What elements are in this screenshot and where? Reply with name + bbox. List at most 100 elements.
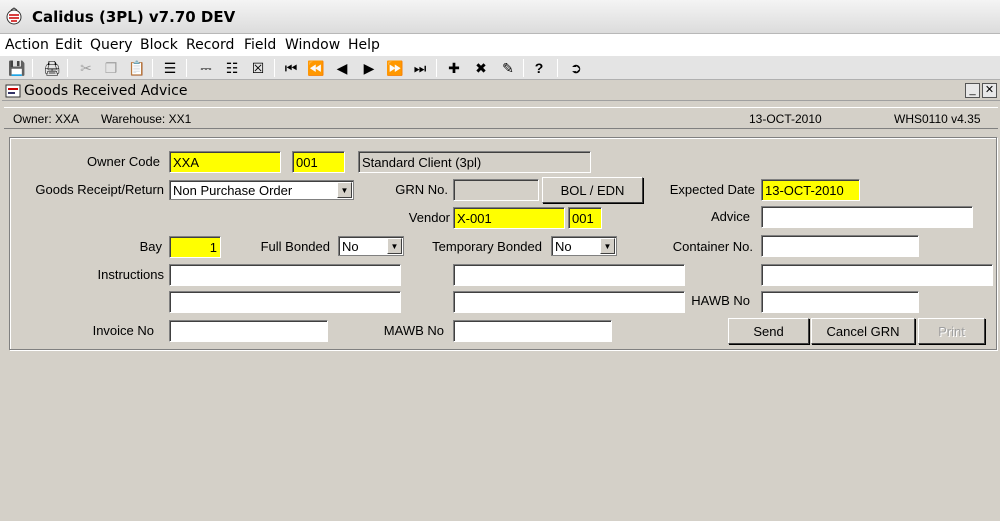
print-button[interactable]: Print [918, 318, 985, 344]
send-button-label: Send [753, 323, 784, 339]
instructions-line-4[interactable] [169, 291, 401, 313]
owner-code-field[interactable]: XXA [169, 151, 281, 173]
hawb-no-label: HAWB No [691, 293, 750, 308]
temporary-bonded-value: No [555, 239, 572, 254]
insert-record-icon[interactable]: ✚ [444, 58, 464, 78]
send-button[interactable]: Send [728, 318, 809, 344]
chevron-down-icon[interactable]: ▼ [337, 182, 352, 198]
enter-query-icon[interactable]: ⎓ [196, 58, 216, 78]
instructions-line-5[interactable] [453, 291, 685, 313]
save-icon[interactable]: 💾 [7, 58, 27, 78]
menu-record[interactable]: Record [186, 37, 234, 53]
app-title: Calidus (3PL) v7.70 DEV [32, 8, 236, 26]
invoice-no-label: Invoice No [92, 323, 154, 338]
app-logo-icon [6, 7, 22, 25]
menu-query[interactable]: Query [90, 37, 133, 53]
advice-label: Advice [710, 209, 750, 224]
menu-action[interactable]: Action [5, 37, 49, 53]
instructions-label: Instructions [97, 267, 164, 282]
menu-window[interactable]: Window [285, 37, 340, 53]
first-record-icon[interactable]: ⏮ [281, 58, 301, 78]
mawb-no-label: MAWB No [383, 323, 444, 338]
menu-bar: Action Edit Query Block Record Field Win… [0, 34, 1000, 56]
menu-help[interactable]: Help [348, 37, 380, 53]
delete-record-icon[interactable]: ✖ [471, 58, 491, 78]
next-record-icon[interactable]: ▶ [359, 58, 379, 78]
full-bonded-select[interactable]: No ▼ [338, 236, 404, 256]
instructions-line-2[interactable] [453, 264, 685, 286]
bay-label: Bay [139, 239, 162, 254]
cancel-query-icon[interactable]: ☒ [248, 58, 268, 78]
close-button[interactable]: ✕ [982, 83, 997, 98]
toolbar-separator [557, 59, 558, 77]
container-no-field[interactable] [761, 235, 919, 257]
toolbar-separator [186, 59, 187, 77]
cancel-grn-button-label: Cancel GRN [826, 323, 900, 339]
warehouse-info: Warehouse: XX1 [101, 112, 192, 126]
print-button-label: Print [938, 323, 965, 339]
grn-no-field [453, 179, 539, 201]
bol-edn-button[interactable]: BOL / EDN [542, 177, 643, 203]
receipt-type-select[interactable]: Non Purchase Order ▼ [169, 180, 354, 200]
receipt-type-value: Non Purchase Order [173, 183, 293, 198]
bay-field[interactable]: 1 [169, 236, 221, 258]
window-form-icon [5, 84, 21, 98]
owner-code-label: Owner Code [87, 154, 160, 169]
window-title: Goods Received Advice [24, 83, 188, 99]
invoice-no-field[interactable] [169, 320, 328, 342]
next-set-icon[interactable]: ⏩ [385, 58, 405, 78]
copy-icon[interactable]: ❐ [101, 58, 121, 78]
instructions-line-1[interactable] [169, 264, 401, 286]
toolbar-separator [32, 59, 33, 77]
expected-date-field[interactable]: 13-OCT-2010 [761, 179, 860, 201]
print-icon[interactable]: 🖨 [42, 58, 62, 78]
vendor-sub-field[interactable]: 001 [568, 207, 602, 229]
owner-sub-field[interactable]: 001 [292, 151, 345, 173]
vendor-field[interactable]: X-001 [453, 207, 565, 229]
paste-icon[interactable]: 📋 [127, 58, 147, 78]
grn-form-panel: Owner Code XXA 001 Standard Client (3pl)… [9, 137, 997, 350]
expected-date-label: Expected Date [669, 182, 755, 197]
receipt-type-label: Goods Receipt/Return [35, 182, 164, 197]
temporary-bonded-label: Temporary Bonded [432, 239, 542, 254]
current-date: 13-OCT-2010 [749, 112, 822, 126]
list-icon[interactable]: ☰ [160, 58, 180, 78]
full-bonded-label: Full Bonded [260, 239, 330, 254]
previous-record-icon[interactable]: ◀ [332, 58, 352, 78]
owner-info: Owner: XXA [13, 112, 80, 126]
bol-edn-button-label: BOL / EDN [560, 182, 625, 198]
chevron-down-icon[interactable]: ▼ [600, 238, 615, 254]
form-version: WHS0110 v4.35 [894, 112, 981, 126]
chevron-down-icon[interactable]: ▼ [387, 238, 402, 254]
menu-field[interactable]: Field [244, 37, 276, 53]
temporary-bonded-select[interactable]: No ▼ [551, 236, 617, 256]
cancel-grn-button[interactable]: Cancel GRN [811, 318, 915, 344]
menu-block[interactable]: Block [140, 37, 178, 53]
advice-field[interactable] [761, 206, 973, 228]
owner-description: Standard Client (3pl) [358, 151, 591, 173]
last-record-icon[interactable]: ⏭ [410, 58, 430, 78]
menu-edit[interactable]: Edit [55, 37, 82, 53]
hawb-no-field[interactable] [761, 291, 919, 313]
help-icon[interactable]: ? [529, 58, 549, 78]
toolbar-separator [274, 59, 275, 77]
grn-no-label: GRN No. [395, 182, 448, 197]
execute-query-icon[interactable]: ☷ [222, 58, 242, 78]
exit-icon[interactable]: ➲ [566, 58, 586, 78]
previous-set-icon[interactable]: ⏪ [306, 58, 326, 78]
mawb-no-field[interactable] [453, 320, 612, 342]
toolbar-separator [523, 59, 524, 77]
toolbar-separator [436, 59, 437, 77]
instructions-line-3[interactable] [761, 264, 993, 286]
minimize-button[interactable]: _ [965, 83, 980, 98]
toolbar: 💾 🖨 ✂ ❐ 📋 ☰ ⎓ ☷ ☒ ⏮ ⏪ ◀ ▶ ⏩ ⏭ ✚ ✖ ✎ ? ➲ [0, 56, 1000, 80]
container-no-label: Container No. [672, 239, 753, 254]
vendor-label: Vendor [408, 210, 450, 225]
title-bar: Calidus (3PL) v7.70 DEV [0, 0, 1000, 34]
toolbar-separator [67, 59, 68, 77]
context-info-bar: Owner: XXA Warehouse: XX1 13-OCT-2010 WH… [4, 107, 998, 129]
full-bonded-value: No [342, 239, 359, 254]
window-title-bar: Goods Received Advice _ ✕ [2, 81, 1000, 101]
clear-record-icon[interactable]: ✎ [498, 58, 518, 78]
cut-icon[interactable]: ✂ [76, 58, 96, 78]
